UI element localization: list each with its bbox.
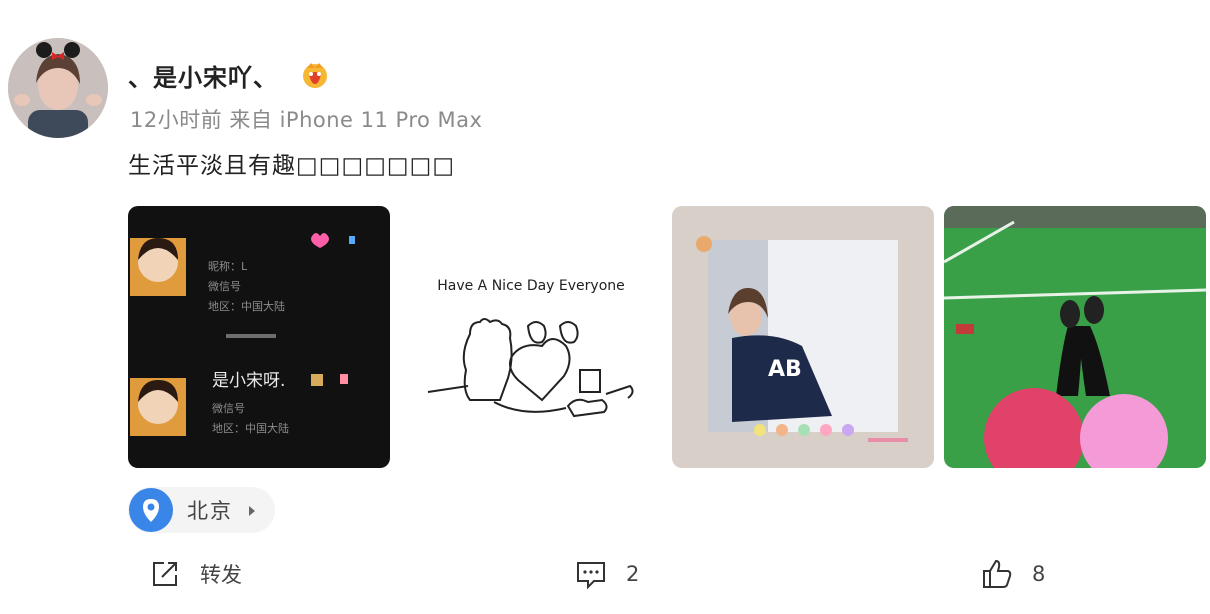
photo-2[interactable]: Have A Nice Day Everyone <box>400 206 662 468</box>
weibo-post: 、是小宋吖、 12小时前 来自 iPhone 11 Pro Max 生活平淡且有… <box>0 0 1210 614</box>
share-icon <box>153 562 177 586</box>
comment-button[interactable]: 2 <box>574 552 639 596</box>
profile-name: 是小宋呀. <box>212 371 285 391</box>
share-button[interactable]: 转发 <box>148 552 242 596</box>
profile-wechat-2: 微信号 <box>212 401 245 415</box>
action-bar: 转发 2 8 <box>0 552 1210 596</box>
comment-icon <box>577 562 605 590</box>
profile-wechat: 微信号 <box>208 279 241 293</box>
photo-4[interactable] <box>944 206 1206 468</box>
like-count: 8 <box>1032 562 1046 586</box>
avatar[interactable] <box>8 38 108 138</box>
photo-caption: Have A Nice Day Everyone <box>437 278 625 294</box>
location-label: 北京 <box>187 499 233 523</box>
share-label: 转发 <box>200 563 242 587</box>
post-text: 生活平淡且有趣□□□□□□□ <box>128 153 456 179</box>
location-pin-icon <box>129 488 173 532</box>
vip-badge-icon <box>300 60 330 90</box>
location-tag[interactable]: 北京 <box>128 487 275 533</box>
post-meta: 12小时前 来自 iPhone 11 Pro Max <box>130 108 483 132</box>
username[interactable]: 、是小宋吖、 <box>128 58 278 93</box>
comment-count: 2 <box>626 562 640 586</box>
profile-region-2: 地区：中国大陆 <box>212 421 289 435</box>
svg-text:AB: AB <box>768 357 802 382</box>
photo-3[interactable]: AB <box>672 206 934 468</box>
like-button[interactable]: 8 <box>980 552 1045 596</box>
profile-region: 地区：中国大陆 <box>208 299 285 313</box>
profile-nick: 昵称：L <box>208 259 248 273</box>
like-icon <box>983 559 1012 588</box>
photo-1[interactable]: 昵称：L 微信号 地区：中国大陆 是小宋呀. 微信号 地区：中国大陆 <box>128 206 390 468</box>
chevron-right-icon <box>247 503 257 517</box>
photo-grid: 昵称：L 微信号 地区：中国大陆 是小宋呀. 微信号 地区：中国大陆 Have … <box>128 206 1206 468</box>
username-row: 、是小宋吖、 <box>128 58 330 92</box>
